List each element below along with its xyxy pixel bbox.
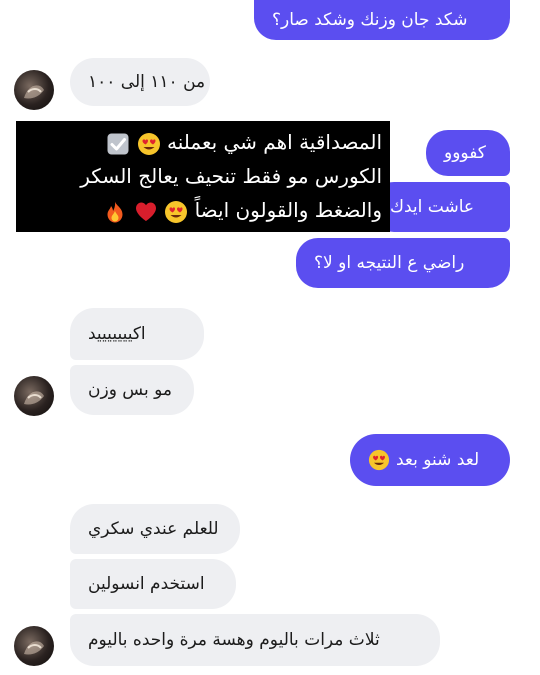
message-bubble-incoming[interactable]: للعلم عندي سكري	[70, 504, 240, 554]
message-text: مو بس وزن	[88, 380, 173, 400]
message-bubble-incoming[interactable]: مو بس وزن	[70, 365, 194, 415]
message-bubble-outgoing[interactable]: عاشت ايدك	[372, 182, 510, 232]
message-text: راضي ع النتيجه او لا؟	[314, 253, 465, 273]
check-box-emoji	[107, 133, 129, 154]
caption-line-3: والضغط والقولون ايضاً	[24, 193, 382, 227]
caption-line-2: الكورس مو فقط تنحيف يعالج السكر	[80, 164, 382, 188]
message-bubble-incoming[interactable]: استخدم انسولين	[70, 559, 236, 609]
contact-avatar[interactable]	[14, 626, 54, 666]
message-text: للعلم عندي سكري	[88, 519, 219, 539]
message-bubble-outgoing[interactable]: شكد جان وزنك وشكد صار؟	[254, 0, 510, 40]
contact-avatar[interactable]	[14, 70, 54, 110]
message-bubble-outgoing[interactable]: لعد شنو بعد	[350, 434, 510, 486]
message-text: عاشت ايدك	[390, 197, 475, 217]
message-bubble-incoming[interactable]: من ١١٠ إلى ١٠٠	[70, 58, 210, 106]
message-text: شكد جان وزنك وشكد صار؟	[272, 10, 468, 30]
message-text: لعد شنو بعد	[396, 450, 480, 470]
red-heart-emoji	[135, 202, 156, 221]
message-bubble-incoming[interactable]: اكيييييييد	[70, 308, 204, 360]
message-text: اكيييييييد	[88, 324, 146, 344]
caption-line-1: المصداقية اهم شي بعملنه	[24, 125, 382, 159]
message-text: استخدم انسولين	[88, 574, 205, 594]
heart-eyes-emoji	[137, 132, 160, 155]
message-bubble-outgoing[interactable]: كفووو	[426, 130, 510, 176]
heart-eyes-emoji	[165, 200, 188, 223]
message-text: ثلاث مرات باليوم وهسة مرة واحده باليوم	[88, 630, 380, 650]
fire-emoji	[107, 201, 123, 222]
contact-avatar[interactable]	[14, 376, 54, 416]
caption-overlay: المصداقية اهم شي بعملنه الكورس مو فقط تن…	[16, 121, 390, 232]
message-bubble-outgoing[interactable]: راضي ع النتيجه او لا؟	[296, 238, 510, 288]
message-bubble-incoming[interactable]: ثلاث مرات باليوم وهسة مرة واحده باليوم	[70, 614, 440, 666]
heart-eyes-emoji	[368, 449, 390, 471]
message-text: من ١١٠ إلى ١٠٠	[88, 72, 206, 92]
message-text: كفووو	[444, 143, 486, 163]
